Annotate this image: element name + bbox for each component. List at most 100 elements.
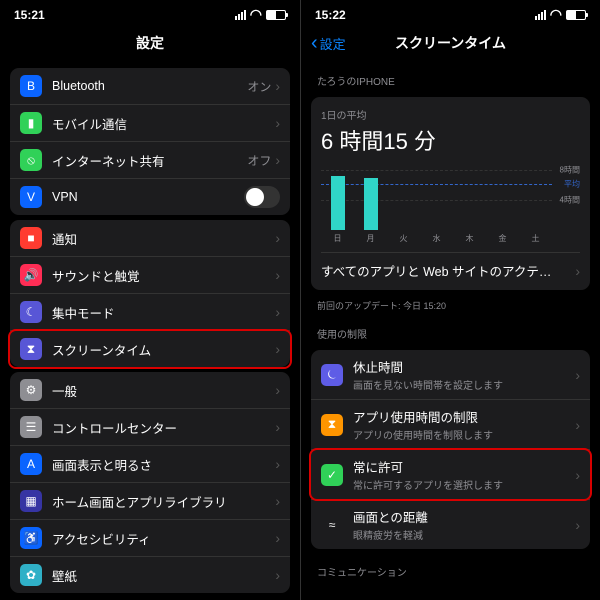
chevron-right-icon: › xyxy=(275,78,280,94)
row-label: 壁紙 xyxy=(52,566,275,585)
chevron-right-icon: › xyxy=(275,230,280,246)
communication-section-label: コミュニケーション xyxy=(301,554,600,583)
header: 設定 スクリーンタイム xyxy=(301,25,600,63)
x-tick: 火 xyxy=(387,233,420,244)
settings-row-downtime[interactable]: ⏾ 休止時間画面を見ない時間帯を設定します› xyxy=(311,350,590,400)
hotspot-icon: ⦸ xyxy=(20,149,42,171)
cellular-signal-icon xyxy=(535,10,546,20)
status-time: 15:21 xyxy=(14,8,45,22)
row-label: VPN xyxy=(52,190,244,204)
row-value: オン xyxy=(247,78,271,95)
chevron-right-icon: › xyxy=(275,419,280,435)
chevron-right-icon: › xyxy=(575,367,580,383)
notif-icon: ■ xyxy=(20,227,42,249)
cellular-signal-icon xyxy=(235,10,246,20)
row-label: 常に許可常に許可するアプリを選択します xyxy=(353,457,575,492)
y-label-avg: 平均 xyxy=(564,179,580,190)
row-label: 通知 xyxy=(52,229,275,248)
row-label: 休止時間画面を見ない時間帯を設定します xyxy=(353,357,575,392)
settings-row-bluetooth[interactable]: B Bluetoothオン› xyxy=(10,68,290,105)
chevron-right-icon: › xyxy=(275,152,280,168)
general-icon: ⚙ xyxy=(20,379,42,401)
row-label: アプリ使用時間の制限アプリの使用時間を制限します xyxy=(353,407,575,442)
status-icons xyxy=(535,6,586,23)
focus-icon: ☾ xyxy=(20,301,42,323)
status-time: 15:22 xyxy=(315,8,346,22)
cellular-icon: ▮ xyxy=(20,112,42,134)
settings-row-sound[interactable]: 🔊サウンドと触覚› xyxy=(10,257,290,294)
battery-icon xyxy=(566,10,586,20)
x-tick: 月 xyxy=(354,233,387,244)
chevron-right-icon: › xyxy=(275,382,280,398)
limits-section-label: 使用の制限 xyxy=(301,316,600,345)
settings-row-control[interactable]: ☰コントロールセンター› xyxy=(10,409,290,446)
screentime-icon: ⧗ xyxy=(20,338,42,360)
toggle-switch[interactable] xyxy=(244,186,280,208)
access-icon: ♿ xyxy=(20,527,42,549)
x-tick: 金 xyxy=(486,233,519,244)
chevron-right-icon: › xyxy=(275,304,280,320)
chevron-right-icon: › xyxy=(575,517,580,533)
back-button[interactable]: 設定 xyxy=(311,34,346,53)
settings-row-cellular[interactable]: ▮モバイル通信› xyxy=(10,105,290,142)
row-label: モバイル通信 xyxy=(52,114,275,133)
wifi-icon xyxy=(550,6,562,23)
chevron-right-icon: › xyxy=(575,263,580,279)
wifi-icon xyxy=(250,6,262,23)
chevron-right-icon: › xyxy=(575,417,580,433)
row-label: 集中モード xyxy=(52,303,275,322)
settings-row-home[interactable]: ▦ホーム画面とアプリライブラリ› xyxy=(10,483,290,520)
chevron-right-icon: › xyxy=(275,456,280,472)
y-label-8h: 8時間 xyxy=(560,165,580,176)
settings-row-distance[interactable]: ≈ 画面との距離眼精疲労を軽減› xyxy=(311,500,590,549)
chart-bar xyxy=(364,178,378,231)
x-tick: 水 xyxy=(420,233,453,244)
status-bar: 15:22 xyxy=(301,0,600,25)
chevron-right-icon: › xyxy=(275,341,280,357)
chevron-right-icon: › xyxy=(575,467,580,483)
chevron-right-icon: › xyxy=(275,493,280,509)
row-label: スクリーンタイム xyxy=(52,340,275,359)
usage-card[interactable]: 1日の平均 6 時間15 分 8時間 平均 4時間 日月火水木金土 すべてのアプ… xyxy=(311,97,590,290)
last-update-label: 前回のアップデート: 今日 15:20 xyxy=(301,295,600,316)
home-icon: ▦ xyxy=(20,490,42,512)
row-label: Bluetooth xyxy=(52,79,247,93)
sound-icon: 🔊 xyxy=(20,264,42,286)
distance-icon: ≈ xyxy=(321,514,343,536)
bluetooth-icon: B xyxy=(20,75,42,97)
battery-icon xyxy=(266,10,286,20)
row-label: サウンドと触覚 xyxy=(52,266,275,285)
settings-row-hotspot[interactable]: ⦸ インターネット共有オフ› xyxy=(10,142,290,179)
settings-row-applimit[interactable]: ⧗ アプリ使用時間の制限アプリの使用時間を制限します› xyxy=(311,400,590,450)
page-title: スクリーンタイム xyxy=(395,33,506,53)
applimit-icon: ⧗ xyxy=(321,414,343,436)
x-tick: 日 xyxy=(321,233,354,244)
settings-row-always[interactable]: ✓ 常に許可常に許可するアプリを選択します› xyxy=(311,450,590,500)
device-label: たろうのIPHONE xyxy=(301,63,600,92)
settings-row-vpn[interactable]: VVPN xyxy=(10,179,290,215)
screentime-screen: 15:22 設定 スクリーンタイム たろうのIPHONE 1日の平均 6 時間1… xyxy=(300,0,600,600)
always-icon: ✓ xyxy=(321,464,343,486)
x-tick: 土 xyxy=(519,233,552,244)
header: 設定 xyxy=(0,25,300,63)
settings-row-display[interactable]: A画面表示と明るさ› xyxy=(10,446,290,483)
row-label: アクセシビリティ xyxy=(52,529,275,548)
y-label-4h: 4時間 xyxy=(560,195,580,206)
row-label: インターネット共有 xyxy=(52,151,247,170)
downtime-icon: ⏾ xyxy=(321,364,343,386)
settings-row-wallpaper[interactable]: ✿壁紙› xyxy=(10,557,290,593)
all-apps-row[interactable]: すべてのアプリと Web サイトのアクテ… › xyxy=(321,252,580,280)
settings-row-focus[interactable]: ☾ 集中モード› xyxy=(10,294,290,331)
average-label: 1日の平均 xyxy=(321,107,580,122)
settings-row-access[interactable]: ♿アクセシビリティ› xyxy=(10,520,290,557)
usage-chart: 8時間 平均 4時間 日月火水木金土 xyxy=(321,164,580,244)
settings-group-connectivity: BBluetoothオン›▮モバイル通信›⦸インターネット共有オフ›VVPN xyxy=(10,68,290,215)
row-value: オフ xyxy=(247,152,271,169)
status-bar: 15:21 xyxy=(0,0,300,25)
settings-row-general[interactable]: ⚙一般› xyxy=(10,372,290,409)
status-icons xyxy=(235,6,286,23)
settings-row-notif[interactable]: ■ 通知› xyxy=(10,220,290,257)
row-label: 画面との距離眼精疲労を軽減 xyxy=(353,507,575,542)
settings-screen: 15:21 設定 BBluetoothオン›▮モバイル通信›⦸インターネット共有… xyxy=(0,0,300,600)
settings-row-screentime[interactable]: ⧗ スクリーンタイム› xyxy=(10,331,290,367)
